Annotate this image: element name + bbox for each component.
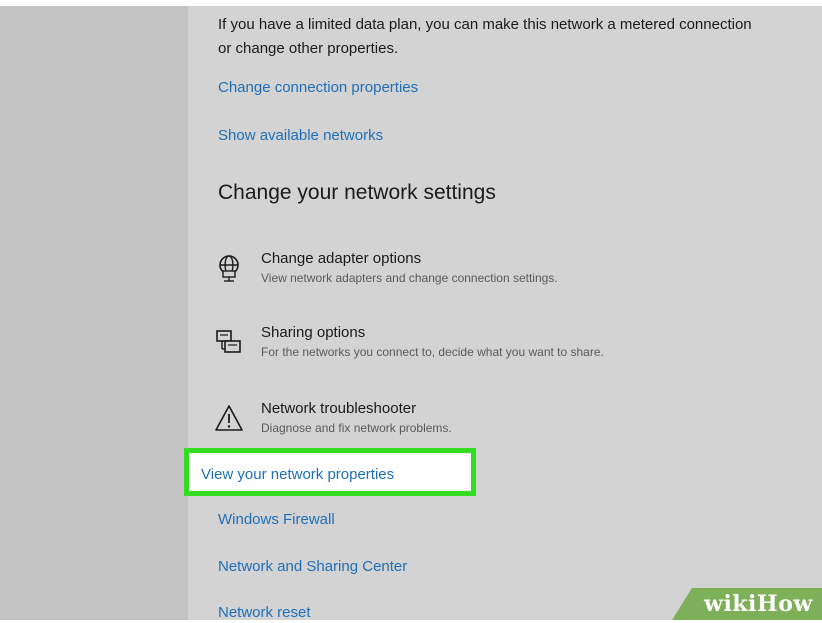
network-troubleshooter-description: Diagnose and fix network problems. xyxy=(261,421,452,435)
network-troubleshooter-item[interactable]: Network troubleshooter Diagnose and fix … xyxy=(214,399,774,445)
windows-firewall-link[interactable]: Windows Firewall xyxy=(218,510,335,530)
network-adapter-icon xyxy=(214,253,244,283)
metered-connection-description: If you have a limited data plan, you can… xyxy=(218,16,752,57)
show-available-networks-link[interactable]: Show available networks xyxy=(218,126,383,146)
section-heading: Change your network settings xyxy=(218,181,496,204)
network-sharing-center-link[interactable]: Network and Sharing Center xyxy=(218,557,407,577)
change-adapter-options-title: Change adapter options xyxy=(261,250,422,267)
highlight-box: View your network properties xyxy=(184,448,476,496)
sharing-icon xyxy=(214,327,244,357)
wikihow-watermark: wikiHow xyxy=(672,588,822,620)
sharing-options-title: Sharing options xyxy=(261,324,366,341)
warning-icon xyxy=(214,403,244,433)
change-connection-properties-link[interactable]: Change connection properties xyxy=(218,78,418,98)
network-reset-link[interactable]: Network reset xyxy=(218,603,311,623)
view-network-properties-link[interactable]: View your network properties xyxy=(201,465,394,485)
watermark-text: wikiHow xyxy=(704,591,813,617)
sharing-options-description: For the networks you connect to, decide … xyxy=(261,345,604,359)
navigation-pane xyxy=(0,6,188,620)
change-adapter-options-description: View network adapters and change connect… xyxy=(261,271,558,285)
network-troubleshooter-title: Network troubleshooter xyxy=(261,400,417,417)
sharing-options-item[interactable]: Sharing options For the networks you con… xyxy=(214,323,774,369)
change-adapter-options-item[interactable]: Change adapter options View network adap… xyxy=(214,249,774,295)
